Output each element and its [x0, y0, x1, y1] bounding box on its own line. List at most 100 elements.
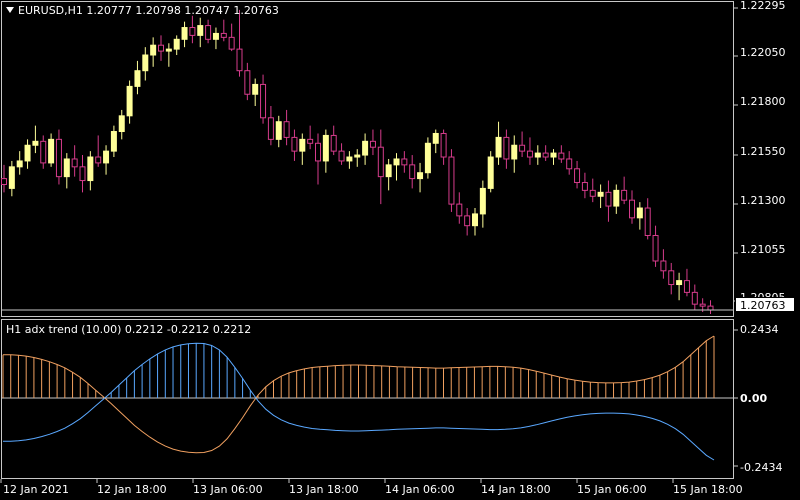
time-label: 12 Jan 18:00: [97, 483, 167, 496]
candle-body: [260, 83, 267, 119]
collapse-triangle-icon[interactable]: [6, 7, 14, 13]
candle-body: [315, 142, 321, 162]
time-label: 14 Jan 06:00: [385, 483, 455, 496]
candle-body: [613, 189, 620, 207]
candle-body: [652, 234, 659, 262]
candle-body: [322, 134, 329, 162]
candle-body: [636, 207, 643, 219]
candle-body: [456, 203, 463, 217]
candle-body: [566, 158, 573, 170]
candle-body: [307, 138, 314, 144]
candle-body: [440, 132, 447, 158]
candle-body: [424, 142, 431, 174]
candle-body: [385, 164, 392, 178]
candle-body: [534, 152, 541, 158]
candle-body: [252, 83, 259, 95]
candle-body: [275, 121, 282, 140]
time-label: 12 Jan 2021: [3, 483, 69, 496]
candle-body: [589, 189, 596, 197]
candle-body: [126, 85, 133, 117]
candle-body: [283, 121, 290, 138]
candle-body: [369, 140, 376, 148]
candle-body: [683, 280, 690, 293]
candle-body: [40, 140, 47, 164]
candle-body: [487, 156, 494, 189]
time-label: 15 Jan 18:00: [673, 483, 743, 496]
time-label: 13 Jan 18:00: [289, 483, 359, 496]
candle-body: [142, 54, 149, 72]
candle-body: [8, 166, 15, 189]
candle-body: [158, 44, 164, 52]
candle-body: [472, 213, 478, 227]
candle-body: [205, 25, 212, 40]
candle-body: [448, 156, 455, 205]
candle-body: [165, 48, 172, 52]
candle-body: [134, 70, 141, 87]
candle-body: [409, 164, 416, 180]
candle-body: [1, 178, 7, 185]
indicator-title: H1 adx trend (10.00) 0.2212 -0.2212 0.22…: [6, 323, 252, 336]
candle-body: [691, 291, 698, 305]
candle-body: [87, 156, 94, 182]
price-label: 1.22050: [740, 46, 786, 59]
candle-body: [236, 48, 243, 72]
candle-body: [503, 136, 510, 160]
candle-body: [79, 166, 86, 182]
candle-body: [574, 168, 581, 184]
candle-body: [668, 270, 675, 286]
price-label: 1.21800: [740, 95, 786, 108]
candle-body: [629, 199, 635, 219]
candle-body: [550, 152, 557, 158]
candle-body: [110, 131, 117, 152]
candle-body: [267, 117, 274, 140]
candle-body: [244, 70, 251, 95]
price-label: 1.22295: [740, 0, 786, 12]
candle-body: [291, 136, 298, 152]
chart-title: EURUSD,H1 1.20777 1.20798 1.20747 1.2076…: [6, 4, 279, 17]
candle-body: [495, 136, 502, 158]
candle-body: [644, 207, 651, 236]
candle-body: [330, 134, 337, 152]
candle-body: [354, 154, 361, 158]
candle-body: [338, 150, 345, 162]
chart-canvas[interactable]: [0, 0, 800, 500]
candle-body: [676, 280, 683, 286]
candle-body: [346, 156, 353, 162]
chart-title-text: EURUSD,H1 1.20777 1.20798 1.20747 1.2076…: [18, 4, 279, 17]
candle-body: [581, 182, 588, 191]
time-label: 13 Jan 06:00: [193, 483, 263, 496]
candle-body: [103, 150, 110, 164]
candle-body: [189, 27, 196, 36]
candle-body: [417, 172, 424, 180]
candle-body: [597, 191, 604, 197]
candle-body: [48, 138, 55, 164]
candle-body: [511, 144, 518, 160]
candle-body: [228, 36, 235, 50]
price-label: 1.21055: [740, 243, 786, 256]
candle-body: [464, 215, 471, 227]
candle-body: [55, 138, 62, 178]
indicator-level-label: 0.2434: [740, 323, 779, 336]
candle-body: [393, 158, 400, 166]
candle-body: [71, 158, 78, 168]
price-label: 1.21550: [740, 145, 786, 158]
time-label: 14 Jan 18:00: [481, 483, 551, 496]
current-price-box: 1.20763: [735, 297, 795, 312]
indicator-zero-label: 0.00: [740, 392, 768, 405]
candle-body: [519, 144, 526, 152]
candle-body: [377, 146, 384, 178]
candle-body: [220, 32, 227, 38]
price-label: 1.21300: [740, 194, 786, 207]
candle-body: [32, 140, 39, 146]
candle-body: [95, 156, 102, 164]
candle-body: [699, 303, 706, 307]
candle-body: [526, 150, 533, 158]
candle-body: [181, 27, 188, 40]
candle-body: [299, 138, 306, 152]
candle-body: [605, 191, 612, 207]
candle-body: [24, 144, 31, 162]
candle-body: [432, 132, 439, 144]
time-label: 15 Jan 06:00: [577, 483, 647, 496]
indicator-level-label: -0.2434: [740, 461, 783, 474]
candle-body: [707, 305, 714, 311]
